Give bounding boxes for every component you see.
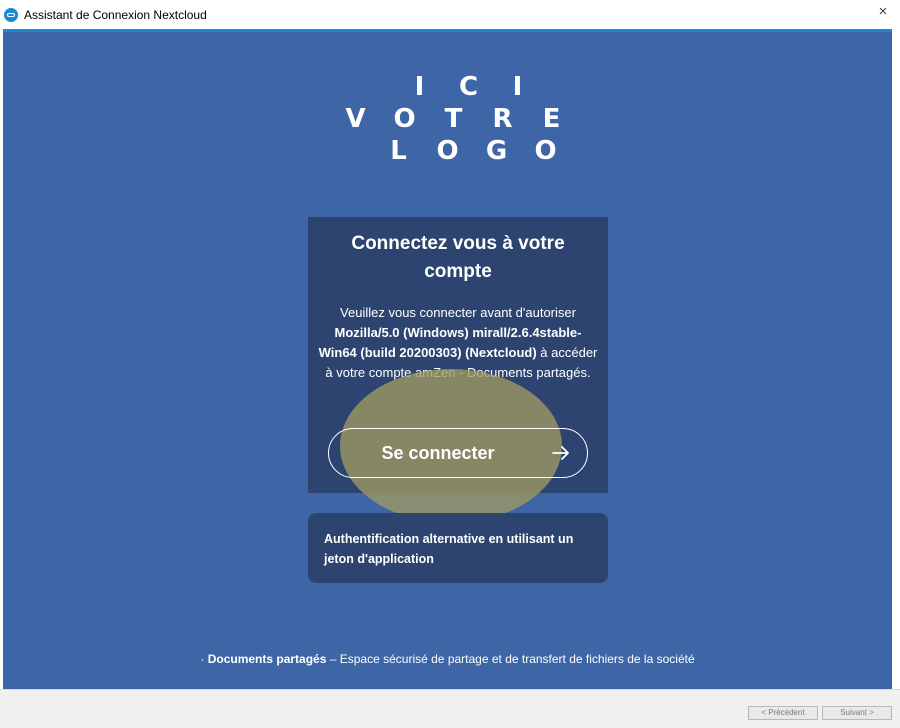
- logo-line-1: ICI: [414, 72, 523, 102]
- window-title: Assistant de Connexion Nextcloud: [24, 7, 207, 22]
- logo-line-2: VOTRE: [345, 104, 561, 134]
- footer-info: · Documents partagés – Espace sécurisé d…: [200, 652, 695, 666]
- connect-button-label: Se connecter: [381, 442, 495, 463]
- login-page: ICI VOTRE LOGO Connectez vous à votre co…: [3, 29, 892, 689]
- login-title: Connectez vous à votre compte: [351, 233, 565, 282]
- next-button[interactable]: Suivant >: [822, 706, 892, 720]
- connect-button[interactable]: Se connecter: [328, 428, 588, 478]
- title-bar: Assistant de Connexion Nextcloud ×: [0, 0, 900, 29]
- wizard-nav-bar: < Précédent Suivant >: [0, 689, 900, 728]
- arrow-right-icon: [552, 446, 569, 460]
- alternative-auth-link[interactable]: Authentification alternative en utilisan…: [308, 513, 608, 583]
- close-icon[interactable]: ×: [874, 3, 892, 21]
- nextcloud-icon: [4, 7, 18, 22]
- login-card: Connectez vous à votre compte Veuillez v…: [308, 217, 608, 523]
- previous-button[interactable]: < Précédent: [748, 706, 818, 720]
- footer-app-name: Documents partagés: [207, 652, 327, 666]
- logo-line-3: LOGO: [390, 136, 557, 166]
